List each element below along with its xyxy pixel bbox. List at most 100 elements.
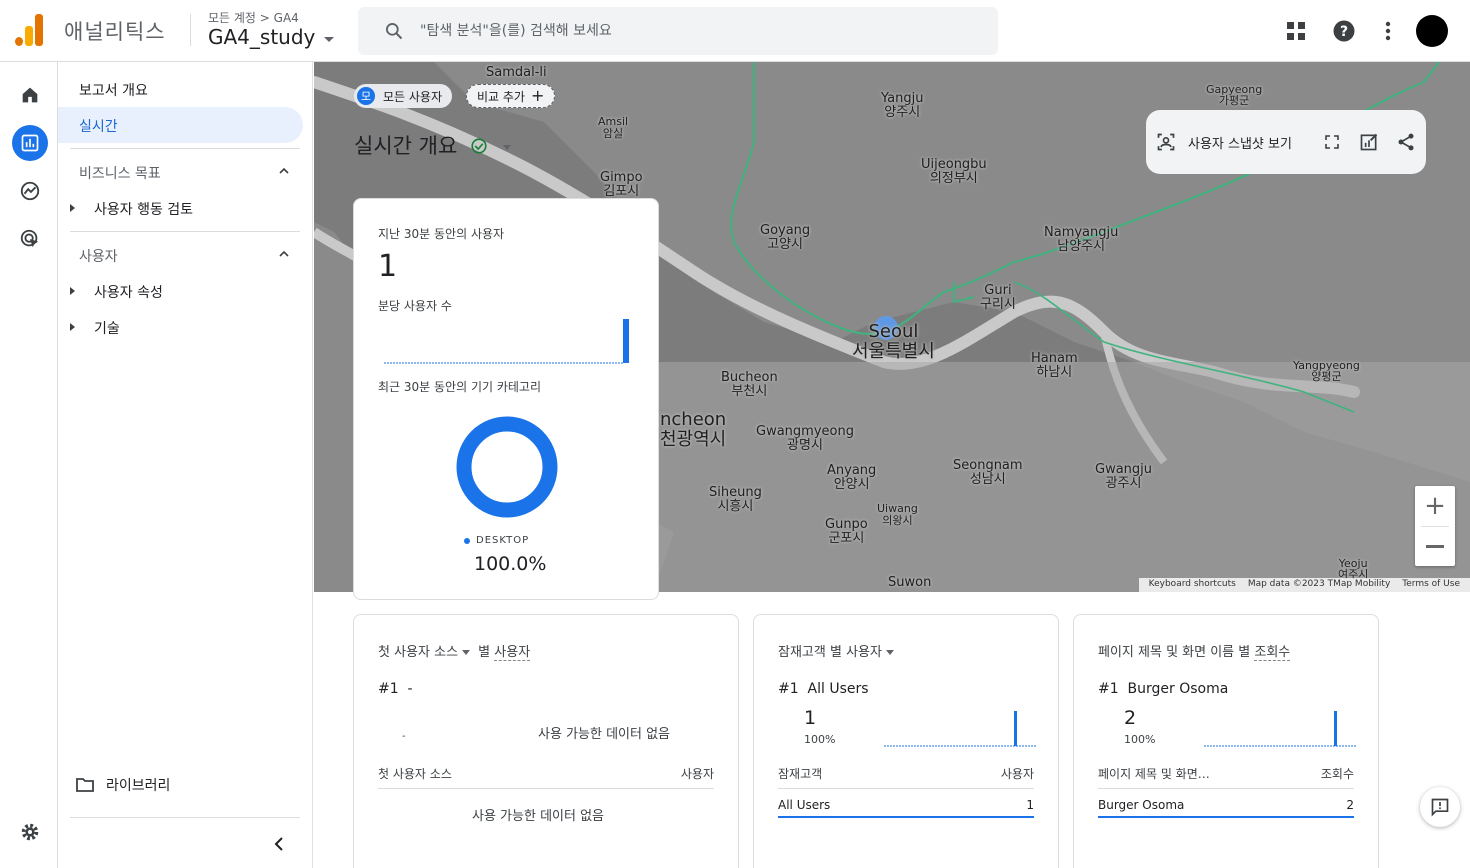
metric-label[interactable]: 사용자 [846,645,882,660]
home-button[interactable] [12,77,48,113]
chevron-up-icon[interactable] [279,166,289,176]
page-views-card: 페이지 제목 및 화면 이름 별 조회수 #1 Burger Osoma 2 1… [1073,614,1379,868]
table-row[interactable]: Burger Osoma 2 [1098,798,1354,818]
sparkline-bar [1014,711,1017,746]
map-label: Suwon [888,575,932,590]
app-name: 애널리틱스 [64,20,166,44]
divider [70,817,300,818]
row-name: Burger Osoma [1098,798,1185,812]
account-avatar[interactable] [1416,15,1448,47]
terms-link[interactable]: Terms of Use [1402,579,1460,591]
nav-item-tech[interactable]: 기술 [70,318,120,338]
map-label: Gunpo 군포시 [825,517,868,546]
map-label: ncheon 천광역시 [660,409,727,450]
chevron-down-icon[interactable] [885,650,894,655]
divider [70,231,300,232]
chevron-down-icon[interactable] [324,37,334,42]
help-icon[interactable]: ? [1332,19,1356,43]
realtime-users-card: 지난 30분 동안의 사용자 1 분당 사용자 수 최근 30분 동안의 기기 … [353,198,659,600]
explore-button[interactable] [12,173,48,209]
map-label: Yangpyeong 양평군 [1293,359,1360,383]
column-header-metric: 사용자 [1000,767,1034,781]
dash-placeholder: - [402,731,406,742]
user-snapshot-button[interactable]: 사용자 스냅샷 보기 [1188,133,1292,152]
legend-dot [464,537,470,544]
dimension-selector[interactable]: 페이지 제목 및 화면 이름 [1098,645,1234,660]
account-breadcrumb[interactable]: 모든 계정 > GA4 [208,9,299,26]
segment-chip-label: 모든 사용자 [383,89,443,104]
home-icon [22,87,38,103]
chart-bar [623,319,629,363]
nav-item-label: 기술 [94,321,120,337]
apps-grid-icon[interactable] [1284,19,1308,43]
pageviews-sparkline[interactable] [1204,711,1356,747]
user-snapshot-icon[interactable] [1156,132,1176,152]
audience-sparkline[interactable] [884,711,1036,747]
page-title-text: 실시간 개요 [354,134,458,158]
metric-label[interactable]: 조회수 [1254,645,1291,661]
admin-settings-button[interactable] [12,814,48,850]
device-legend: DESKTOP [464,535,529,546]
chevron-down-icon[interactable] [462,650,471,655]
column-header-metric: 조회수 [1320,767,1354,781]
map-label: Gwangmyeong 광명시 [756,424,854,453]
map-label: Anyang 안양시 [827,463,877,492]
map-label: Namyangju 남양주시 [1044,225,1119,254]
zoom-in-button[interactable]: + [1415,486,1455,526]
chevron-down-icon[interactable] [502,144,511,150]
search-bar[interactable] [358,7,998,55]
top-app-bar: 애널리틱스 모든 계정 > GA4 GA4_study ? [0,0,1470,62]
row-value: 2 [1346,798,1354,812]
title-suffix: 별 [478,645,491,660]
collapse-chevron-left-icon[interactable] [272,836,286,852]
fullscreen-icon[interactable] [1324,134,1340,150]
share-icon[interactable] [1396,132,1416,152]
map-label: Guri 구리시 [980,283,1016,312]
expand-arrow-icon [70,287,75,295]
nav-realtime-label: 실시간 [79,119,118,135]
rank-value: All Users [807,681,869,697]
metric-label[interactable]: 사용자 [494,645,531,661]
nav-item-label: 사용자 행동 검토 [94,202,194,218]
nav-section-user[interactable]: 사용자 [79,246,118,266]
title-suffix: 별 [1238,645,1251,660]
zoom-out-button[interactable] [1415,527,1455,566]
card-title: 페이지 제목 및 화면 이름 별 조회수 [1098,641,1291,661]
users-per-minute-chart[interactable] [384,319,630,369]
segment-chip-all-users[interactable]: 모 모든 사용자 [354,84,453,108]
snapshot-toolbar: 사용자 스냅샷 보기 [1146,110,1426,174]
reports-button[interactable] [12,125,48,161]
analytics-logo-icon[interactable] [15,14,45,46]
feedback-button[interactable] [1420,787,1460,827]
map-label: Seongnam 성남시 [953,458,1023,487]
add-comparison-button[interactable]: 비교 추가 + [466,84,556,108]
nav-library[interactable]: 라이브러리 [76,775,170,795]
rank-value: Burger Osoma [1127,681,1229,697]
no-data-table-message: 사용 가능한 데이터 없음 [472,809,604,824]
dimension-selector[interactable]: 잠재고객 [778,645,826,660]
device-donut-chart[interactable] [455,415,559,519]
more-vert-icon[interactable] [1376,19,1400,43]
nav-item-user-attributes[interactable]: 사용자 속성 [70,282,163,302]
property-selector[interactable]: GA4_study [208,25,315,49]
expand-arrow-icon [70,204,75,212]
legend-label: DESKTOP [476,535,530,546]
keyboard-shortcuts-link[interactable]: Keyboard shortcuts [1149,579,1236,591]
table-row[interactable]: All Users 1 [778,798,1034,818]
customize-report-icon[interactable] [1359,132,1379,152]
column-header-dimension: 페이지 제목 및 화면… [1098,767,1210,781]
advertising-button[interactable] [12,221,48,257]
explore-icon [20,181,40,201]
chevron-up-icon[interactable] [279,249,289,259]
nav-realtime[interactable]: 실시간 [58,107,303,143]
dimension-selector[interactable]: 첫 사용자 소스 [378,645,458,660]
column-header-dimension: 잠재고객 [778,767,823,781]
card-title: 잠재고객 별 사용자 [778,641,898,660]
divider [1098,788,1354,789]
segment-badge: 모 [357,87,375,105]
left-rail [0,62,58,868]
nav-item-user-behavior[interactable]: 사용자 행동 검토 [70,199,194,219]
nav-section-business[interactable]: 비즈니스 목표 [79,163,161,183]
search-input[interactable] [420,17,980,45]
nav-reports-overview[interactable]: 보고서 개요 [79,80,148,100]
